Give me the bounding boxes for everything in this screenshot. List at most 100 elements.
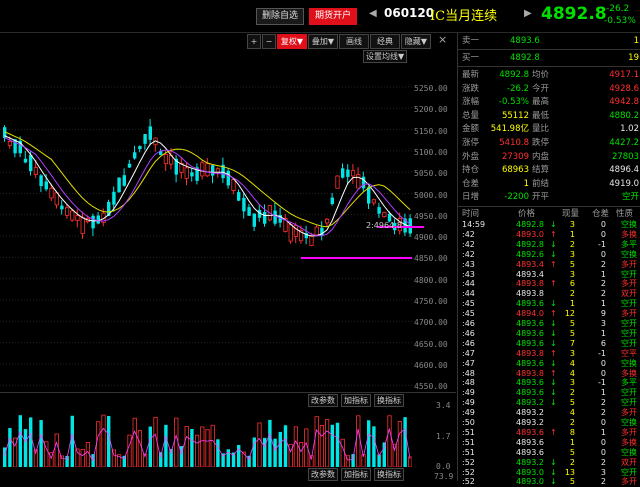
volume-bar xyxy=(200,426,205,467)
ma-label: 2:4964.8 xyxy=(366,221,402,230)
candle-body xyxy=(184,167,189,179)
volume-bar xyxy=(237,444,241,467)
candle-body xyxy=(33,167,39,175)
candle-body xyxy=(350,170,356,177)
quote-row: 涨幅 -0.53% 最高 4942.8 xyxy=(462,97,639,108)
candle-body xyxy=(112,191,116,205)
volume-bar xyxy=(23,429,28,467)
candle-body xyxy=(163,154,168,165)
candle-body xyxy=(29,154,33,172)
volume-bar xyxy=(324,419,330,467)
next-symbol-icon[interactable]: ▶ xyxy=(524,8,532,19)
switch-indicator-button-2[interactable]: 换指标 xyxy=(374,468,404,481)
volume-bar xyxy=(335,422,340,467)
tick-row: :42 4892.8 ↓ 2 -1 多平 xyxy=(462,239,637,249)
volume-bar xyxy=(288,443,293,467)
tick-row: :49 4893.2 ↓ 5 2 空开 xyxy=(462,398,637,408)
volume-bar xyxy=(298,442,304,467)
volume-bar xyxy=(190,428,194,467)
volume-bar xyxy=(164,424,168,467)
candle-body xyxy=(205,163,210,177)
candle-body xyxy=(44,181,48,190)
volume-axis-bottom: 0.0 xyxy=(436,462,451,471)
volume-bar xyxy=(283,425,288,467)
candle-body xyxy=(273,210,277,224)
candle-body xyxy=(356,174,361,189)
tick-row: :46 4893.6 ↓ 7 6 空开 xyxy=(462,338,637,348)
tick-row: :43 4893.4 3 1 空开 xyxy=(462,269,637,279)
volume-bar xyxy=(39,420,43,467)
ticks-header-cell: 时间 xyxy=(462,209,480,219)
candle-body xyxy=(49,187,54,199)
volume-bar xyxy=(184,426,189,467)
candle-body xyxy=(80,217,85,235)
candle-body xyxy=(377,207,381,214)
candle-body xyxy=(190,172,194,177)
add-indicator-button-2[interactable]: 加指标 xyxy=(341,468,371,481)
tick-row: :44 4893.8 2 2 双开 xyxy=(462,289,637,299)
candle-body xyxy=(237,192,241,201)
quote-row: 最新 4892.8 均价 4917.1 xyxy=(462,70,639,80)
candle-body xyxy=(341,168,345,178)
volume-bar xyxy=(75,448,80,467)
tick-row: :52 4893.0 ↓ 13 3 空开 xyxy=(462,467,637,477)
symbol-name: IC当月连续 xyxy=(430,9,498,24)
quote-row: 金额 541.98亿 量比 1.02 xyxy=(462,124,639,135)
delete-favorite-button[interactable]: 删除自选 xyxy=(256,8,305,25)
candle-body xyxy=(242,197,246,212)
tick-row: :47 4893.6 ↓ 4 0 空换 xyxy=(462,358,637,368)
candle-body xyxy=(70,210,75,221)
candle-body xyxy=(200,162,205,177)
volume-bar xyxy=(132,417,137,467)
volume-bar xyxy=(174,417,179,467)
candle-body xyxy=(96,215,100,224)
candle-body xyxy=(367,187,371,204)
candlestick-chart[interactable] xyxy=(0,33,456,393)
candle-body xyxy=(263,211,267,224)
volume-bar xyxy=(70,415,74,467)
volume-bar xyxy=(263,437,267,467)
volume-bar xyxy=(293,426,299,467)
price-change-pct: -0.53% xyxy=(604,16,636,26)
prev-symbol-icon[interactable]: ◀ xyxy=(369,8,377,19)
volume-axis-mid: 1.7 xyxy=(436,432,451,441)
candle-body xyxy=(371,199,377,204)
volume-bar xyxy=(397,421,403,467)
symbol-code: 060120 xyxy=(384,6,435,20)
volume-bar xyxy=(257,422,262,467)
volume-chart xyxy=(3,414,412,467)
volume-axis-top: 3.4 xyxy=(436,401,451,410)
volume-bar xyxy=(377,454,381,467)
candle-body xyxy=(346,169,350,177)
tick-row: :51 4893.6 5 0 空换 xyxy=(462,447,637,457)
price-change: -26.2 xyxy=(606,4,630,14)
candle-body xyxy=(247,207,251,216)
futures-account-button[interactable]: 期货开户 xyxy=(309,8,358,25)
volume-bar xyxy=(18,415,22,467)
volume-bar xyxy=(210,424,215,467)
volume-bar xyxy=(8,428,12,467)
quote-row: 外盘 27309 内盘 27803 xyxy=(462,151,639,162)
ticks-header-cell: 仓差 xyxy=(592,209,610,219)
oi-axis-label: 73.9 xyxy=(434,472,454,481)
candle-body xyxy=(65,207,70,216)
tick-row: 14:59 4892.8 ↓ 3 0 空换 xyxy=(462,220,637,229)
tick-row: :51 4893.6 1 0 多换 xyxy=(462,437,637,447)
tick-row: :49 4893.6 ↓ 2 1 空开 xyxy=(462,388,637,398)
candle-body xyxy=(361,176,366,189)
candle-body xyxy=(226,170,230,186)
change-params-button-2[interactable]: 改参数 xyxy=(308,468,338,481)
volume-bar xyxy=(356,415,361,467)
tick-row: :46 4893.6 ↓ 5 1 空开 xyxy=(462,328,637,338)
tick-row: :52 4893.0 ↓ 5 2 多开 xyxy=(462,477,637,487)
ticks-header: 时间 价格 现量 仓差 性质 xyxy=(458,208,640,220)
tick-row: :44 4893.8 ↑ 6 2 多开 xyxy=(462,279,637,289)
volume-bar xyxy=(387,415,392,467)
candle-body xyxy=(309,235,314,246)
ticks-header-cell: 价格 xyxy=(518,209,536,219)
tick-row: :42 4893.0 ↑ 1 0 多换 xyxy=(462,229,637,239)
volume-bar xyxy=(372,426,376,467)
ticks-header-cell: 现量 xyxy=(562,209,580,219)
volume-bar xyxy=(205,429,210,467)
volume-bar xyxy=(273,438,277,467)
